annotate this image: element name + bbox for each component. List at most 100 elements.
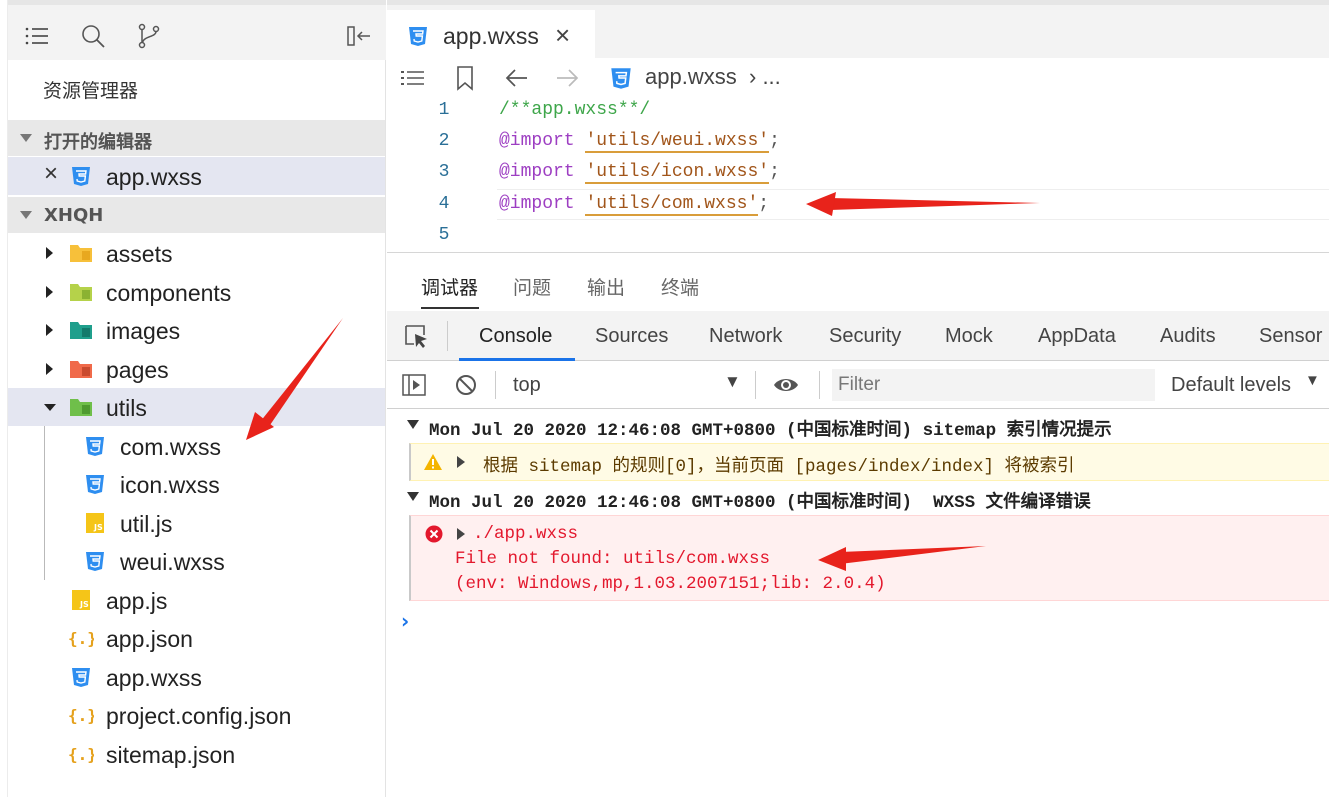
warning-message: 根据 sitemap 的规则[0]，当前页面 [pages/index/inde… xyxy=(483,457,1075,477)
line-number: 4 xyxy=(438,194,450,214)
log-warning-row[interactable]: 根据 sitemap 的规则[0]，当前页面 [pages/index/inde… xyxy=(409,443,1329,481)
close-icon[interactable]: × xyxy=(555,20,570,51)
search-icon[interactable] xyxy=(80,23,106,49)
log-levels-select[interactable]: Default levels xyxy=(1171,374,1291,397)
tab-console[interactable]: Console xyxy=(479,325,552,348)
toolbar-divider xyxy=(755,371,756,399)
error-env: (env: Windows,mp,1.03.2007151;lib: 2.0.4… xyxy=(455,574,886,594)
tree-file-app-js[interactable]: JS app.js xyxy=(8,581,385,619)
tab-problems[interactable]: 问题 xyxy=(513,273,551,300)
tree-folder-images[interactable]: images xyxy=(8,311,385,349)
editor-tab-bar: app.wxss × xyxy=(387,0,1329,63)
json-icon: {.} xyxy=(68,629,94,648)
devtools-tabs: Console Sources Network Security Mock Ap… xyxy=(387,311,1329,361)
forward-arrow-icon[interactable] xyxy=(553,64,581,92)
clear-console-icon[interactable] xyxy=(453,372,479,398)
line-number: 1 xyxy=(438,100,450,120)
collapse-sidebar-icon[interactable] xyxy=(346,23,372,49)
tree-file-com-wxss[interactable]: com.wxss xyxy=(8,427,385,465)
breadcrumb-more[interactable]: › ... xyxy=(749,64,781,90)
tree-label: utils xyxy=(106,395,147,421)
svg-text:{.}: {.} xyxy=(68,745,94,764)
breadcrumb-file[interactable]: app.wxss xyxy=(645,64,737,90)
log-group-header[interactable]: Mon Jul 20 2020 12:46:08 GMT+0800 (中国标准时… xyxy=(387,409,1329,443)
dropdown-caret-icon[interactable]: ▼ xyxy=(1305,372,1320,389)
tree-file-weui-wxss[interactable]: weui.wxss xyxy=(8,542,385,580)
bookmark-icon[interactable] xyxy=(451,64,479,92)
tree-file-sitemap-json[interactable]: {.} sitemap.json xyxy=(8,735,385,773)
eye-icon[interactable] xyxy=(773,372,799,398)
breadcrumb: app.wxss › ... xyxy=(387,58,1329,98)
open-editors-label: 打开的编辑器 xyxy=(44,132,152,153)
code-line: 4 @import 'utils/com.wxss'; xyxy=(387,190,1329,221)
error-source-link[interactable]: ./app.wxss xyxy=(473,524,578,544)
tree-file-icon-wxss[interactable]: icon.wxss xyxy=(8,465,385,503)
tab-terminal[interactable]: 终端 xyxy=(661,273,699,300)
tab-appdata[interactable]: AppData xyxy=(1038,325,1116,348)
code-keyword: @import xyxy=(499,131,575,151)
line-number: 2 xyxy=(438,131,450,151)
chevron-right-icon xyxy=(46,363,53,375)
svg-text:{.}: {.} xyxy=(68,629,94,648)
tab-security[interactable]: Security xyxy=(829,325,901,348)
code-editor[interactable]: 1 /**app.wxss**/ 2 @import 'utils/weui.w… xyxy=(387,96,1329,252)
active-tab-indicator xyxy=(421,307,479,309)
css-icon xyxy=(86,475,104,494)
json-icon: {.} xyxy=(68,745,94,764)
outline-list-icon[interactable] xyxy=(399,64,427,92)
code-comment: /**app.wxss**/ xyxy=(499,100,651,120)
tab-audits[interactable]: Audits xyxy=(1160,325,1216,348)
tree-file-app-wxss[interactable]: app.wxss xyxy=(8,658,385,696)
folder-pages-icon xyxy=(70,361,92,378)
list-icon[interactable] xyxy=(24,23,50,49)
inspect-element-icon[interactable] xyxy=(403,323,429,349)
tree-file-app-json[interactable]: {.} app.json xyxy=(8,619,385,657)
project-header[interactable]: XHQH xyxy=(8,197,385,233)
tab-network[interactable]: Network xyxy=(709,325,782,348)
code-keyword: @import xyxy=(499,162,575,182)
open-editors-header[interactable]: 打开的编辑器 xyxy=(8,120,385,156)
tab-sources[interactable]: Sources xyxy=(595,325,668,348)
chevron-down-icon xyxy=(20,211,32,219)
tree-file-project-config-json[interactable]: {.} project.config.json xyxy=(8,696,385,734)
line-number: 3 xyxy=(438,162,450,182)
toolbar-divider xyxy=(495,371,496,399)
code-punct: ; xyxy=(769,162,780,182)
folder-images-icon xyxy=(70,322,92,339)
tree-folder-pages[interactable]: pages xyxy=(8,350,385,388)
context-selector[interactable]: top xyxy=(513,374,541,397)
log-error-row[interactable]: ./app.wxss File not found: utils/com.wxs… xyxy=(409,515,1329,601)
warning-icon xyxy=(424,454,442,470)
open-editor-item-app-wxss[interactable]: × app.wxss xyxy=(8,157,385,195)
tree-folder-assets[interactable]: assets xyxy=(8,234,385,272)
tab-sensor[interactable]: Sensor xyxy=(1259,325,1322,348)
tree-folder-utils[interactable]: utils xyxy=(8,388,385,426)
filter-input[interactable] xyxy=(832,369,1155,401)
css-icon xyxy=(86,552,104,571)
tab-debugger[interactable]: 调试器 xyxy=(421,273,478,300)
log-group-header[interactable]: Mon Jul 20 2020 12:46:08 GMT+0800 (中国标准时… xyxy=(387,481,1329,515)
tab-output[interactable]: 输出 xyxy=(587,273,625,300)
error-message: File not found: utils/com.wxss xyxy=(455,549,771,569)
js-icon: JS xyxy=(72,590,90,610)
code-string: 'utils/weui.wxss' xyxy=(585,131,770,153)
tree-file-util-js[interactable]: JS util.js xyxy=(8,504,385,542)
dropdown-caret-icon[interactable]: ▼ xyxy=(724,372,741,392)
svg-text:JS: JS xyxy=(79,600,89,609)
tree-folder-components[interactable]: components xyxy=(8,273,385,311)
js-icon: JS xyxy=(86,513,104,533)
panel-tabs: 调试器 问题 输出 终端 xyxy=(387,253,1329,311)
css-icon xyxy=(72,167,90,186)
tab-mock[interactable]: Mock xyxy=(945,325,993,348)
source-control-icon[interactable] xyxy=(136,23,162,49)
open-editor-label: app.wxss xyxy=(106,164,202,190)
code-line: 3 @import 'utils/icon.wxss'; xyxy=(387,158,1329,189)
back-arrow-icon[interactable] xyxy=(503,64,531,92)
explorer-sidebar: 资源管理器 打开的编辑器 × app.wxss XHQH assets comp… xyxy=(8,0,386,797)
show-sidebar-icon[interactable] xyxy=(401,372,427,398)
tab-app-wxss[interactable]: app.wxss × xyxy=(387,10,595,63)
chevron-down-icon xyxy=(20,134,32,142)
close-icon[interactable]: × xyxy=(44,160,58,188)
console-prompt[interactable]: › xyxy=(401,609,409,633)
tab-label: app.wxss xyxy=(443,23,539,49)
